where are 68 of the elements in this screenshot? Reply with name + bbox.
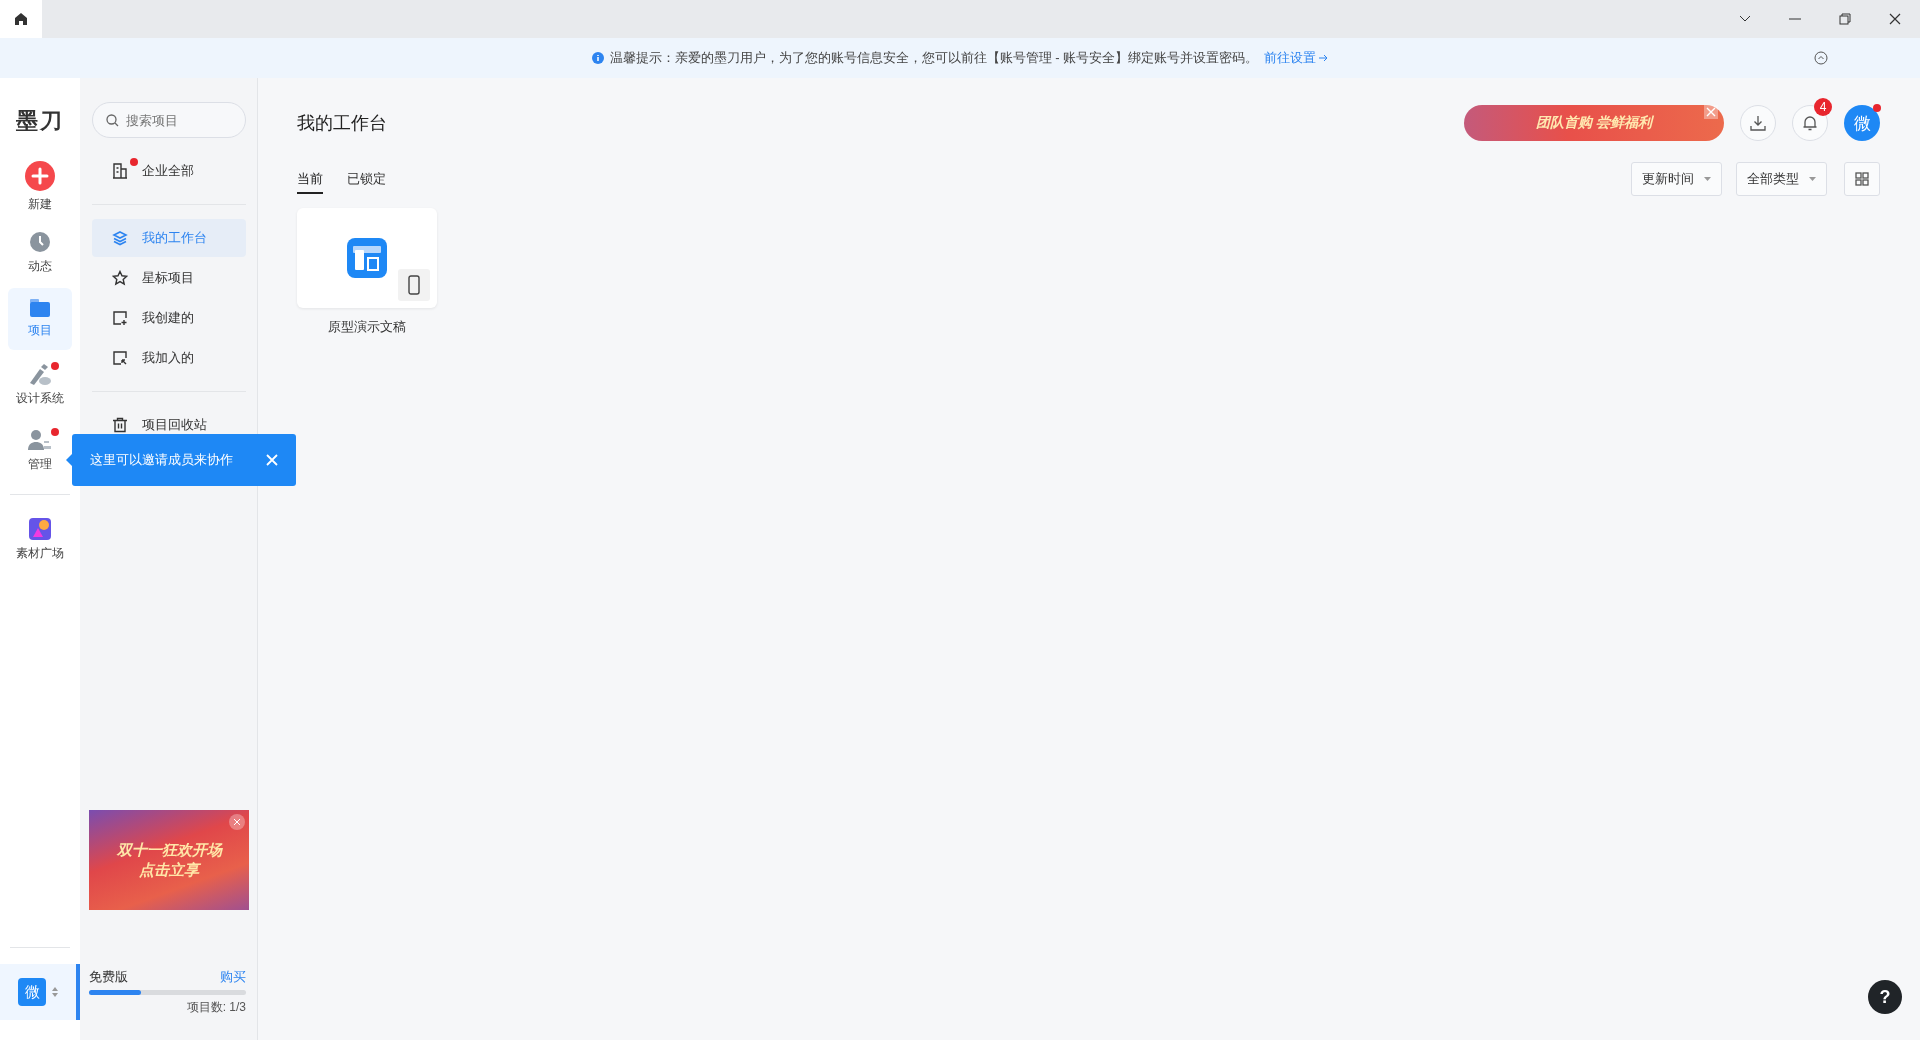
- sidebar-item[interactable]: 我加入的: [92, 339, 246, 377]
- close-icon[interactable]: [229, 814, 245, 830]
- info-icon: [591, 52, 604, 64]
- sidebar-item[interactable]: 企业全部: [92, 152, 246, 190]
- search-field[interactable]: 搜索项目: [92, 102, 246, 138]
- project-name: 原型演示文稿: [328, 318, 406, 336]
- help-button[interactable]: ?: [1868, 980, 1902, 1014]
- close-icon: [1889, 13, 1901, 25]
- chevron-down-icon: [1739, 15, 1751, 23]
- caret-icon: [1704, 177, 1711, 181]
- nav-item[interactable]: 素材广场: [8, 509, 72, 571]
- tooltip-text: 这里可以邀请成员来协作: [90, 451, 233, 469]
- arrow-right-icon: [1319, 54, 1329, 62]
- tab[interactable]: 已锁定: [347, 164, 386, 194]
- nav-item[interactable]: 设计系统: [8, 354, 72, 416]
- prototype-icon: [347, 238, 387, 278]
- star-icon: [112, 270, 128, 286]
- team-switcher[interactable]: 微: [0, 964, 80, 1020]
- clock-icon: [29, 231, 51, 253]
- chevron-up-icon: [1814, 51, 1828, 65]
- plan-name: 免费版: [89, 968, 128, 986]
- square-plus-icon: [112, 310, 128, 326]
- grid-icon: [1855, 172, 1869, 186]
- nav-item[interactable]: 管理: [8, 420, 72, 482]
- close-icon[interactable]: [1704, 105, 1718, 119]
- close-icon: [266, 454, 278, 466]
- user-avatar[interactable]: 微: [1844, 105, 1880, 141]
- buy-link[interactable]: 购买: [220, 968, 246, 986]
- sort-arrows-icon: [52, 987, 58, 997]
- minimize-icon: [1789, 18, 1801, 20]
- download-icon: [1750, 115, 1766, 131]
- close-button[interactable]: [266, 454, 278, 466]
- image-icon: [29, 518, 51, 540]
- project-count: 项目数: 1/3: [185, 999, 246, 1016]
- home-tab[interactable]: [0, 0, 42, 38]
- filter-dropdown[interactable]: 全部类型: [1736, 162, 1827, 196]
- filter-dropdown[interactable]: 更新时间: [1631, 162, 1722, 196]
- grid-view-button[interactable]: [1844, 162, 1880, 196]
- nav-item[interactable]: 动态: [8, 222, 72, 284]
- download-button[interactable]: [1740, 105, 1776, 141]
- layers-icon: [112, 230, 128, 246]
- sidebar-item[interactable]: 项目回收站: [92, 406, 246, 444]
- building-icon: [112, 163, 128, 179]
- pen-icon: [28, 363, 52, 385]
- settings-link[interactable]: 前往设置: [1264, 49, 1329, 67]
- restore-icon: [1839, 13, 1851, 25]
- plus-icon: [25, 161, 55, 191]
- sidebar-item[interactable]: 我创建的: [92, 299, 246, 337]
- notification-badge: 4: [1814, 98, 1832, 116]
- caret-icon: [1809, 177, 1816, 181]
- folder-icon: [30, 299, 50, 317]
- notice-text: 温馨提示：亲爱的墨刀用户，为了您的账号信息安全，您可以前往【账号管理 - 账号安全】绑定账号并设置密码。: [609, 49, 1259, 67]
- nav-item[interactable]: 新建: [8, 156, 72, 218]
- nav-item[interactable]: 项目: [8, 288, 72, 350]
- search-icon: [106, 114, 119, 127]
- app-logo: 墨刀: [16, 107, 64, 135]
- project-card[interactable]: [297, 208, 437, 308]
- trash-icon: [112, 417, 128, 433]
- collapse-button[interactable]: [1814, 51, 1828, 68]
- square-arrow-icon: [112, 350, 128, 366]
- home-icon: [14, 12, 28, 26]
- tab[interactable]: 当前: [297, 164, 323, 194]
- sidebar-item[interactable]: 星标项目: [92, 259, 246, 297]
- bell-icon: [1802, 115, 1818, 131]
- phone-icon: [408, 275, 420, 295]
- person-icon: [28, 429, 52, 451]
- page-title: 我的工作台: [297, 112, 387, 135]
- team-avatar: 微: [18, 978, 46, 1006]
